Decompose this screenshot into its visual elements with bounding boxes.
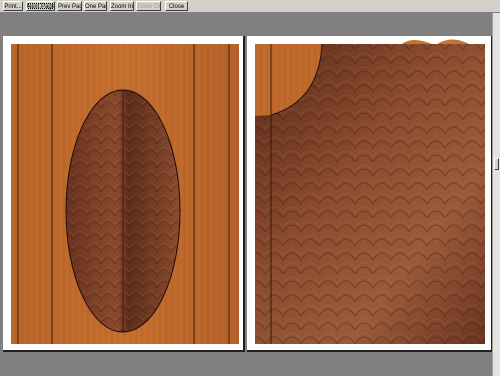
scrollbar-thumb[interactable] [494, 158, 499, 170]
zoom-out-button[interactable]: Zoom Out [136, 1, 161, 11]
print-button[interactable]: Print... [3, 1, 23, 11]
one-page-button[interactable]: One Page [84, 1, 107, 11]
print-preview-toolbar: Print... Next Page Prev Page One Page Zo… [0, 0, 500, 13]
next-page-button[interactable]: Next Page [26, 1, 55, 11]
preview-page-left [3, 36, 245, 352]
vertical-scrollbar[interactable] [492, 13, 500, 376]
zoom-in-button[interactable]: Zoom In [110, 1, 134, 11]
close-button[interactable]: Close [165, 1, 188, 11]
right-page-veneer-art [255, 39, 485, 344]
left-page-veneer-art [11, 44, 239, 344]
prev-page-button[interactable]: Prev Page [57, 1, 82, 11]
preview-page-right [247, 36, 493, 352]
